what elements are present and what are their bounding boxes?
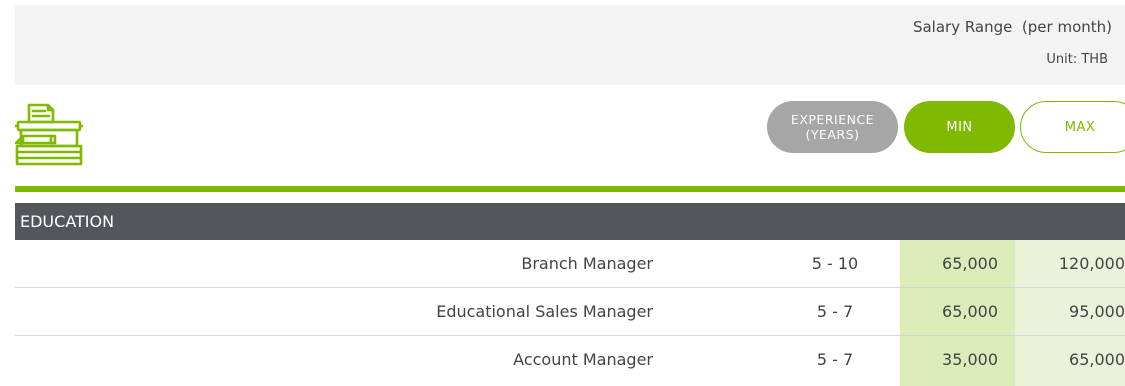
experience-column-header: EXPERIENCE (YEARS) [767,101,898,153]
green-divider [15,186,1125,192]
max-salary-cell: 95,000 [1069,302,1125,321]
position-cell: Account Manager [513,350,653,369]
experience-cell: 5 - 7 [816,350,854,369]
salary-table: Branch Manager 5 - 10 65,000 120,000 Edu… [15,240,1125,384]
experience-cell: 5 - 7 [816,302,854,321]
table-row: Branch Manager 5 - 10 65,000 120,000 [15,240,1125,288]
category-header: EDUCATION [15,203,1125,240]
category-label: EDUCATION [20,212,115,231]
table-row: Educational Sales Manager 5 - 7 65,000 9… [15,288,1125,336]
min-toggle-button[interactable]: MIN [904,101,1015,153]
min-salary-cell: 65,000 [942,254,998,273]
table-row: Account Manager 5 - 7 35,000 65,000 [15,336,1125,384]
experience-label: EXPERIENCE [790,112,875,127]
years-label: (YEARS) [805,127,860,142]
max-salary-cell: 120,000 [1058,254,1125,273]
salary-range-label: Salary Range (per month) [912,18,1112,36]
experience-cell: 5 - 10 [811,254,859,273]
max-toggle-button[interactable]: MAX [1020,101,1125,153]
max-salary-cell: 65,000 [1069,350,1125,369]
position-cell: Branch Manager [521,254,653,273]
min-salary-cell: 35,000 [942,350,998,369]
min-salary-cell: 65,000 [942,302,998,321]
position-cell: Educational Sales Manager [436,302,653,321]
typewriter-icon [13,102,85,168]
salary-info-panel: Salary Range (per month) Unit: THB [15,5,1125,85]
unit-label: Unit: THB [1046,52,1108,67]
